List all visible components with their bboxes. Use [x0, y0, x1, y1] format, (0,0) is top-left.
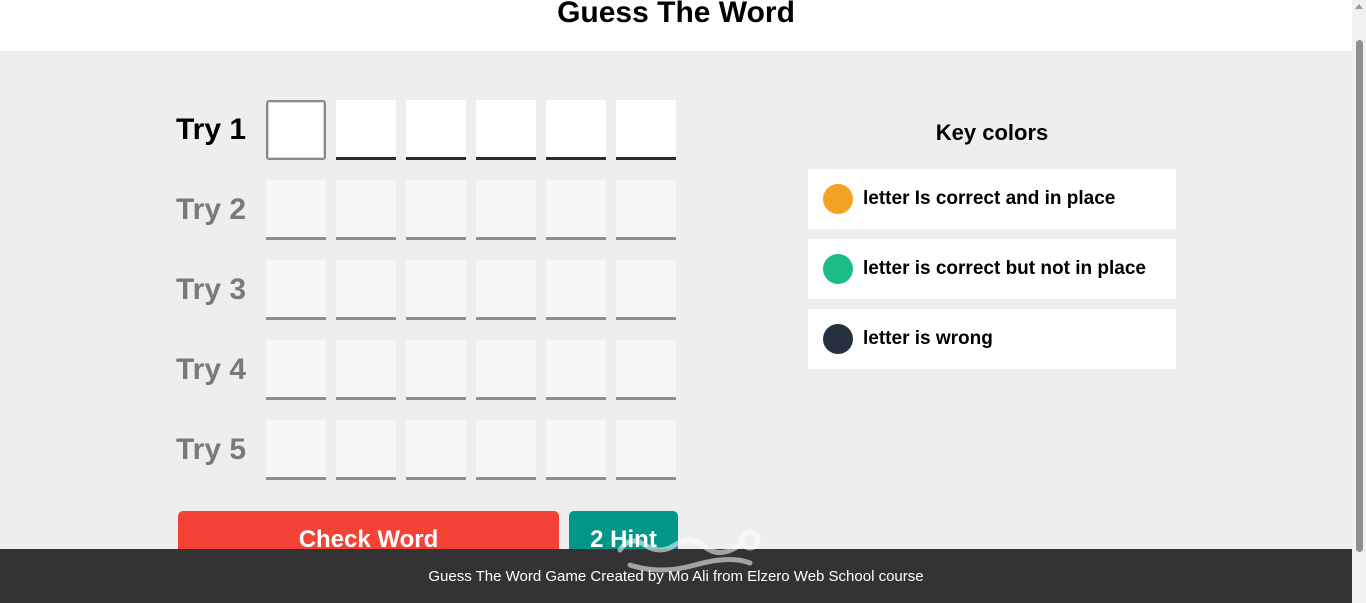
key-item-wrong: letter is wrong — [808, 309, 1176, 369]
scroll-up-arrow-icon[interactable] — [1355, 4, 1363, 9]
letter-input — [406, 340, 466, 400]
letter-input — [336, 420, 396, 480]
letter-input — [336, 260, 396, 320]
letter-input — [616, 180, 676, 240]
letter-input — [476, 260, 536, 320]
dark-dot-icon — [823, 324, 853, 354]
header: Guess The Word — [0, 0, 1352, 51]
letter-input — [546, 180, 606, 240]
letter-input[interactable] — [266, 100, 326, 160]
vertical-scrollbar[interactable] — [1352, 0, 1366, 603]
green-dot-icon — [823, 254, 853, 284]
scrollbar-thumb[interactable] — [1356, 40, 1363, 552]
key-item-label: letter is wrong — [863, 328, 993, 349]
letter-input — [616, 420, 676, 480]
letter-input[interactable] — [406, 100, 466, 160]
letter-input — [546, 260, 606, 320]
letter-input — [616, 340, 676, 400]
letter-input — [476, 180, 536, 240]
letter-input[interactable] — [616, 100, 676, 160]
letter-input — [476, 420, 536, 480]
orange-dot-icon — [823, 184, 853, 214]
footer: Guess The Word Game Created by Mo Ali fr… — [0, 549, 1352, 603]
key-item-not-in-place: letter is correct but not in place — [808, 239, 1176, 299]
letter-input — [266, 180, 326, 240]
key-item-in-place: letter Is correct and in place — [808, 169, 1176, 229]
try-label: Try 1 — [176, 113, 247, 146]
letter-input — [406, 260, 466, 320]
letter-input — [336, 180, 396, 240]
key-item-label: letter Is correct and in place — [863, 188, 1116, 209]
letter-input — [406, 180, 466, 240]
try-label: Try 3 — [176, 273, 247, 306]
key-item-label: letter is correct but not in place — [863, 258, 1146, 279]
letter-input — [266, 340, 326, 400]
try-label: Try 2 — [176, 193, 247, 226]
footer-text: Guess The Word Game Created by Mo Ali fr… — [428, 568, 924, 585]
letter-input — [616, 260, 676, 320]
try-label: Try 5 — [176, 433, 247, 466]
letter-input — [406, 420, 466, 480]
letter-input — [266, 420, 326, 480]
key-colors-title: Key colors — [935, 120, 1049, 145]
letter-input[interactable] — [546, 100, 606, 160]
letter-input — [546, 340, 606, 400]
try-label: Try 4 — [176, 353, 247, 386]
letter-input — [546, 420, 606, 480]
letter-input — [266, 260, 326, 320]
page-title: Guess The Word — [557, 0, 795, 29]
letter-input — [336, 340, 396, 400]
letter-input[interactable] — [336, 100, 396, 160]
letter-input[interactable] — [476, 100, 536, 160]
letter-input — [476, 340, 536, 400]
